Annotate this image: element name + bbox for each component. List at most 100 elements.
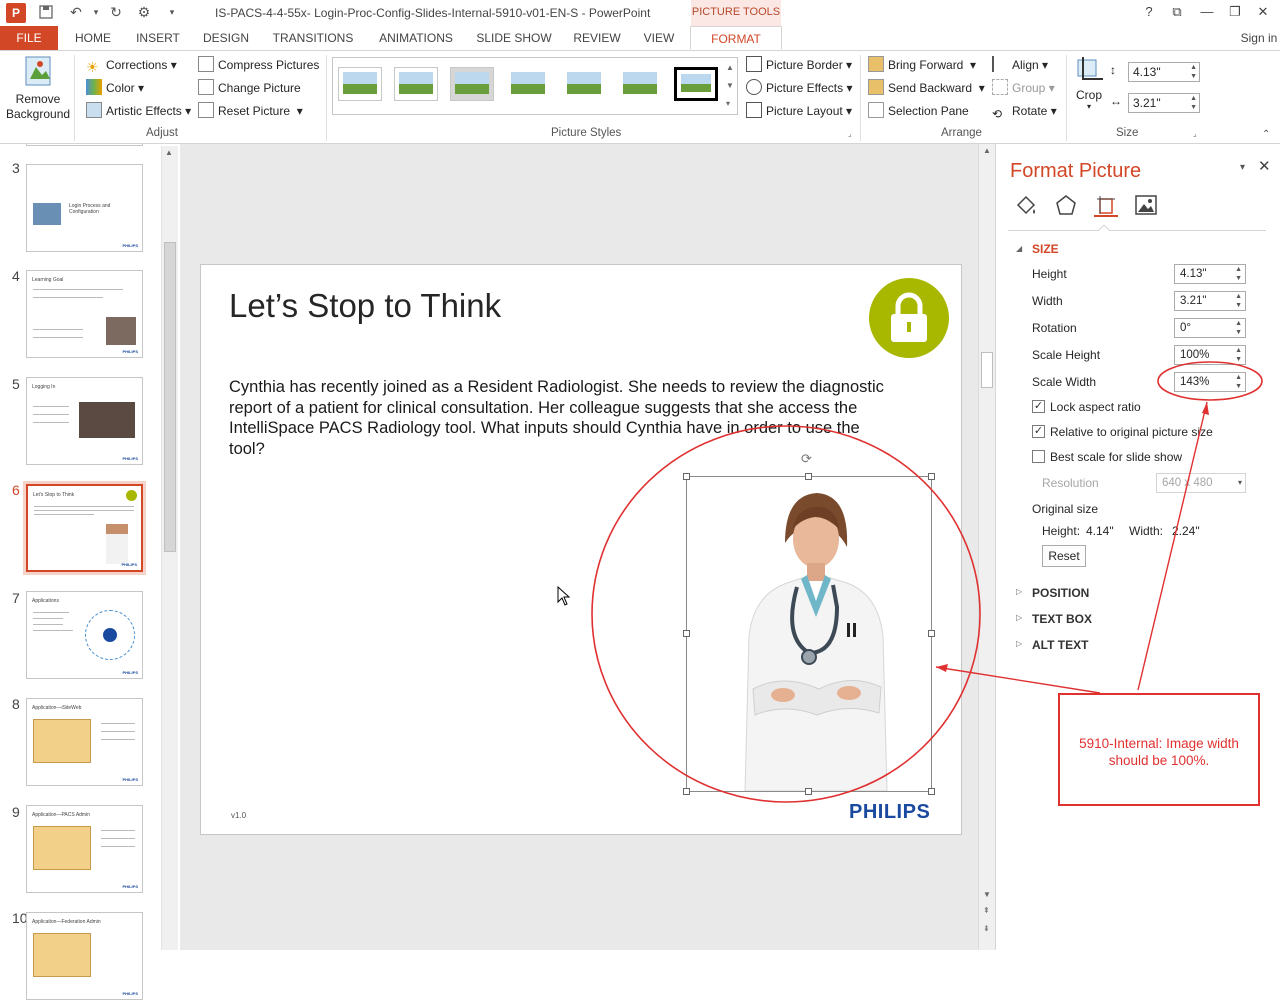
picture-style-2[interactable] bbox=[394, 67, 438, 101]
size-dialog-launcher-icon[interactable]: ⌟ bbox=[1193, 129, 1197, 138]
picture-style-3[interactable] bbox=[450, 67, 494, 101]
slide-thumbnail-5[interactable]: Logging In PHILIPS bbox=[26, 377, 143, 465]
slide-thumbnail-6-selected[interactable]: Let's Stop to Think PHILIPS bbox=[23, 481, 146, 575]
minimize-icon[interactable]: — bbox=[1196, 3, 1218, 21]
close-window-icon[interactable]: ✕ bbox=[1252, 3, 1274, 21]
rotate-button[interactable]: ⟲ Rotate ▾ bbox=[992, 101, 1057, 121]
presentation-start-icon[interactable]: ⚙ bbox=[136, 4, 152, 20]
tab-slide-show[interactable]: SLIDE SHOW bbox=[472, 26, 556, 50]
picture-effects-button[interactable]: Picture Effects ▾ bbox=[746, 78, 853, 98]
resize-handle[interactable] bbox=[683, 788, 690, 795]
tab-home[interactable]: HOME bbox=[68, 26, 118, 50]
restore-icon[interactable]: ❐ bbox=[1224, 3, 1246, 21]
thumbnail-scrollbar[interactable]: ▲ bbox=[161, 146, 178, 950]
picture-style-1[interactable] bbox=[338, 67, 382, 101]
tab-view[interactable]: VIEW bbox=[636, 26, 682, 50]
reset-button[interactable]: Reset bbox=[1042, 545, 1086, 567]
fill-line-icon[interactable] bbox=[1014, 193, 1038, 217]
slide-thumbnail-9[interactable]: Application—PACS Admin PHILIPS bbox=[26, 805, 143, 893]
slide-title[interactable]: Let’s Stop to Think bbox=[229, 287, 501, 325]
resize-handle[interactable] bbox=[928, 630, 935, 637]
expand-arrow-icon[interactable]: ▷ bbox=[1016, 639, 1022, 648]
compress-pictures-button[interactable]: Compress Pictures bbox=[198, 55, 319, 75]
sign-in-link[interactable]: Sign in bbox=[1238, 26, 1280, 50]
rotate-handle-icon[interactable]: ⟳ bbox=[801, 451, 812, 467]
ribbon-width-input[interactable]: 3.21" ▲ ▼ bbox=[1128, 93, 1200, 113]
slide-thumbnail-7[interactable]: Applications PHILIPS bbox=[26, 591, 143, 679]
reset-picture-button[interactable]: Reset Picture ▾ bbox=[198, 101, 303, 121]
expand-arrow-icon[interactable]: ▷ bbox=[1016, 587, 1022, 596]
section-size[interactable]: SIZE bbox=[1032, 242, 1059, 256]
remove-background-button[interactable]: Remove Background bbox=[6, 55, 70, 125]
thumbnail-scrollbar-thumb[interactable] bbox=[164, 242, 176, 552]
group-button[interactable]: Group ▾ bbox=[992, 78, 1055, 98]
lock-aspect-checkbox[interactable]: ✓ bbox=[1032, 400, 1045, 413]
tab-review[interactable]: REVIEW bbox=[566, 26, 628, 50]
tab-animations[interactable]: ANIMATIONS bbox=[370, 26, 462, 50]
slide-body-text[interactable]: Cynthia has recently joined as a Residen… bbox=[229, 377, 889, 459]
scale-height-input[interactable]: 100% ▲ ▼ bbox=[1174, 345, 1246, 365]
slide-thumbnail-4[interactable]: Learning Goal PHILIPS bbox=[26, 270, 143, 358]
tab-transitions[interactable]: TRANSITIONS bbox=[266, 26, 360, 50]
slide-thumbnail-8[interactable]: Application—iSiteWeb PHILIPS bbox=[26, 698, 143, 786]
slide-thumbnail-3[interactable]: Login Process and Configuration PHILIPS bbox=[26, 164, 143, 252]
align-button[interactable]: Align ▾ bbox=[992, 55, 1048, 75]
slide-thumbnail-10[interactable]: Application—Federation Admin PHILIPS bbox=[26, 912, 143, 1000]
send-backward-button[interactable]: Send Backward ▾ bbox=[868, 78, 985, 98]
resize-handle[interactable] bbox=[683, 473, 690, 480]
artistic-effects-button[interactable]: Artistic Effects ▾ bbox=[86, 101, 191, 121]
undo-dropdown-icon[interactable]: ▾ bbox=[88, 4, 104, 20]
help-icon[interactable]: ? bbox=[1138, 3, 1160, 21]
collapse-arrow-icon[interactable]: ◢ bbox=[1016, 244, 1022, 253]
collapse-ribbon-icon[interactable]: ⌃ bbox=[1262, 129, 1270, 140]
change-picture-button[interactable]: Change Picture bbox=[198, 78, 301, 98]
picture-border-button[interactable]: Picture Border ▾ bbox=[746, 55, 852, 75]
slide-scrollbar[interactable]: ▲ ▼ ⇞ ⇟ bbox=[978, 144, 995, 950]
expand-arrow-icon[interactable]: ▷ bbox=[1016, 613, 1022, 622]
effects-pentagon-icon[interactable] bbox=[1054, 193, 1078, 217]
selection-pane-button[interactable]: Selection Pane bbox=[868, 101, 969, 121]
powerpoint-logo-icon[interactable]: P bbox=[6, 3, 26, 23]
corrections-button[interactable]: ☀ Corrections ▾ bbox=[86, 55, 177, 75]
resize-handle[interactable] bbox=[805, 473, 812, 480]
rotation-input[interactable]: 0° ▲ ▼ bbox=[1174, 318, 1246, 338]
color-button[interactable]: Color ▾ bbox=[86, 78, 144, 98]
picture-style-4[interactable] bbox=[506, 67, 550, 101]
relative-original-checkbox[interactable]: ✓ bbox=[1032, 425, 1045, 438]
picture-icon[interactable] bbox=[1134, 193, 1158, 217]
section-text-box[interactable]: TEXT BOX bbox=[1032, 612, 1092, 626]
pane-options-icon[interactable]: ▾ bbox=[1240, 162, 1245, 173]
section-alt-text[interactable]: ALT TEXT bbox=[1032, 638, 1088, 652]
close-pane-icon[interactable]: ✕ bbox=[1258, 157, 1271, 175]
section-position[interactable]: POSITION bbox=[1032, 586, 1089, 600]
ribbon-display-options-icon[interactable]: ⧉ bbox=[1166, 3, 1188, 21]
redo-icon[interactable]: ↻ bbox=[108, 4, 124, 20]
size-properties-icon[interactable] bbox=[1094, 193, 1118, 217]
crop-button[interactable]: Crop ▾ bbox=[1072, 57, 1106, 123]
tab-file[interactable]: FILE bbox=[0, 26, 58, 50]
tab-insert[interactable]: INSERT bbox=[130, 26, 186, 50]
resize-handle[interactable] bbox=[805, 788, 812, 795]
gallery-scroll-icon[interactable]: ▲ ▼ ▾ bbox=[726, 59, 734, 113]
scale-width-input[interactable]: 143% ▲ ▼ bbox=[1174, 372, 1246, 392]
next-slide-icon[interactable]: ⇟ bbox=[983, 924, 990, 933]
resize-handle[interactable] bbox=[928, 473, 935, 480]
height-input[interactable]: 4.13" ▲ ▼ bbox=[1174, 264, 1246, 284]
slide-canvas[interactable]: Let’s Stop to Think Cynthia has recently… bbox=[200, 264, 962, 835]
picture-style-5[interactable] bbox=[562, 67, 606, 101]
width-input[interactable]: 3.21" ▲ ▼ bbox=[1174, 291, 1246, 311]
customize-qat-icon[interactable]: ▾ bbox=[164, 4, 180, 20]
tab-design[interactable]: DESIGN bbox=[196, 26, 256, 50]
resize-handle[interactable] bbox=[683, 630, 690, 637]
ribbon-height-input[interactable]: 4.13" ▲ ▼ bbox=[1128, 62, 1200, 82]
undo-icon[interactable]: ↶ bbox=[68, 4, 84, 20]
best-scale-checkbox[interactable] bbox=[1032, 450, 1045, 463]
picture-style-6[interactable] bbox=[618, 67, 662, 101]
picture-style-7[interactable] bbox=[674, 67, 718, 101]
bring-forward-button[interactable]: Bring Forward ▾ bbox=[868, 55, 976, 75]
picture-styles-dialog-launcher-icon[interactable]: ⌟ bbox=[848, 129, 852, 138]
picture-layout-button[interactable]: Picture Layout ▾ bbox=[746, 101, 852, 121]
doctor-picture[interactable] bbox=[686, 476, 932, 792]
resolution-select[interactable]: 640 x 480 ▾ bbox=[1156, 473, 1246, 493]
slide-scrollbar-thumb[interactable] bbox=[981, 352, 993, 388]
